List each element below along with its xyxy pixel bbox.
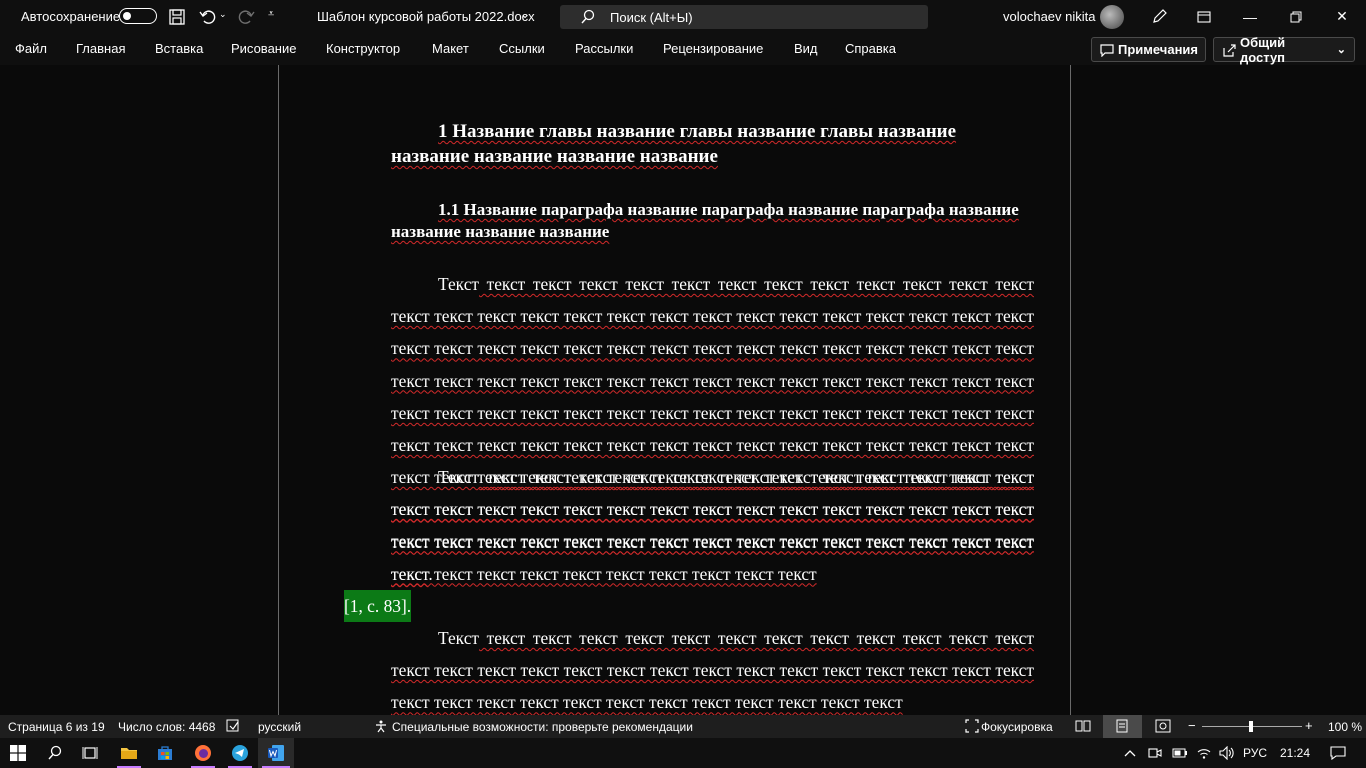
- zoom-in-icon[interactable]: +: [1305, 718, 1313, 733]
- restore-button[interactable]: [1273, 0, 1319, 33]
- volume-icon[interactable]: [1217, 738, 1237, 768]
- autosave-toggle[interactable]: [111, 8, 157, 24]
- firefox-icon[interactable]: [185, 738, 221, 768]
- share-button[interactable]: Общий доступ ⌄: [1213, 34, 1355, 65]
- zoom-slider-thumb[interactable]: [1249, 721, 1253, 732]
- share-label: Общий доступ: [1240, 34, 1286, 65]
- zoom-out-icon[interactable]: −: [1188, 718, 1196, 733]
- ribbon-display-icon[interactable]: [1181, 0, 1227, 33]
- tab-view[interactable]: Вид: [794, 41, 818, 56]
- telegram-icon[interactable]: [222, 738, 258, 768]
- title-bar: Автосохранение ⌄ ⩡ Шаблон курсовой работ…: [0, 0, 1366, 33]
- zoom-level[interactable]: 100 %: [1328, 720, 1362, 734]
- save-icon[interactable]: [168, 8, 186, 26]
- windows-taskbar: РУС 21:24: [0, 738, 1366, 768]
- pen-icon[interactable]: [1151, 7, 1169, 25]
- toggle-switch[interactable]: [119, 8, 157, 24]
- chevron-down-icon[interactable]: ⌄: [520, 7, 530, 21]
- wifi-icon[interactable]: [1194, 738, 1214, 768]
- accessibility-icon[interactable]: [374, 719, 388, 733]
- minimize-button[interactable]: —: [1227, 0, 1273, 33]
- proofing-icon[interactable]: [226, 719, 240, 733]
- comments-label: Примечания: [1118, 42, 1199, 57]
- document-page[interactable]: 1 Название главы название главы название…: [278, 65, 1071, 715]
- autosave-label: Автосохранение: [21, 9, 121, 24]
- web-layout-icon[interactable]: [1155, 719, 1171, 733]
- comments-button[interactable]: Примечания: [1091, 37, 1206, 62]
- citation[interactable]: [1, с. 83].: [344, 589, 412, 623]
- file-explorer-icon[interactable]: [111, 738, 147, 768]
- undo-icon[interactable]: [198, 7, 218, 27]
- windows-start-icon[interactable]: [0, 738, 36, 768]
- body-paragraph[interactable]: Текст текст текст текст текст текст текс…: [344, 461, 1034, 623]
- search-icon[interactable]: [36, 738, 74, 768]
- clock[interactable]: 21:24: [1280, 746, 1310, 760]
- tab-help[interactable]: Справка: [845, 41, 896, 56]
- tab-draw[interactable]: Рисование: [231, 41, 296, 56]
- notifications-icon[interactable]: [1326, 738, 1350, 768]
- print-layout-icon: [1116, 719, 1128, 733]
- input-language[interactable]: РУС: [1243, 746, 1267, 760]
- tab-home[interactable]: Главная: [76, 41, 125, 56]
- tab-layout[interactable]: Макет: [432, 41, 469, 56]
- chevron-down-icon[interactable]: ⌄: [1337, 43, 1346, 56]
- redo-icon[interactable]: [236, 7, 256, 27]
- meet-icon[interactable]: [1145, 738, 1165, 768]
- chevron-up-icon[interactable]: [1120, 738, 1140, 768]
- accessibility-status[interactable]: Специальные возможности: проверьте реком…: [392, 720, 693, 734]
- user-name[interactable]: volochaev nikita: [1003, 9, 1096, 24]
- print-layout-button[interactable]: [1103, 715, 1142, 738]
- search-box[interactable]: Поиск (Alt+Ы): [560, 5, 928, 29]
- tab-design[interactable]: Конструктор: [326, 41, 400, 56]
- search-label: Поиск (Alt+Ы): [610, 9, 693, 25]
- share-icon: [1222, 43, 1236, 57]
- microsoft-store-icon[interactable]: [147, 738, 183, 768]
- battery-icon[interactable]: [1170, 738, 1190, 768]
- undo-dropdown-icon[interactable]: ⌄: [219, 9, 227, 20]
- word-count[interactable]: Число слов: 4468: [118, 720, 215, 734]
- focus-mode[interactable]: Фокусировка: [981, 720, 1053, 734]
- task-view-icon[interactable]: [72, 738, 108, 768]
- customize-toolbar-icon[interactable]: ⩡: [268, 8, 274, 21]
- ribbon-tabs: Файл Главная Вставка Рисование Конструкт…: [0, 33, 1366, 65]
- tab-mailings[interactable]: Рассылки: [575, 41, 633, 56]
- status-bar: Страница 6 из 19 Число слов: 4468 русски…: [0, 715, 1366, 738]
- close-button[interactable]: ✕: [1319, 0, 1365, 33]
- comment-icon: [1100, 43, 1114, 57]
- focus-icon[interactable]: [965, 719, 979, 733]
- document-canvas[interactable]: 1 Название главы название главы название…: [0, 65, 1366, 715]
- page-counter[interactable]: Страница 6 из 19: [8, 720, 105, 734]
- document-filename[interactable]: Шаблон курсовой работы 2022.docx: [317, 9, 535, 24]
- tab-references[interactable]: Ссылки: [499, 41, 545, 56]
- chapter-heading[interactable]: 1 Название главы название главы название…: [391, 119, 1034, 169]
- avatar[interactable]: [1100, 5, 1124, 29]
- read-mode-icon[interactable]: [1075, 719, 1091, 733]
- paragraph-heading[interactable]: 1.1 Название параграфа название параграф…: [391, 199, 1034, 243]
- tab-insert[interactable]: Вставка: [155, 41, 203, 56]
- search-icon: [580, 9, 596, 25]
- language-indicator[interactable]: русский: [258, 720, 301, 734]
- tab-file[interactable]: Файл: [15, 41, 47, 56]
- word-icon[interactable]: [258, 738, 294, 768]
- tab-review[interactable]: Рецензирование: [663, 41, 763, 56]
- body-paragraph[interactable]: Текст текст текст текст текст текст текс…: [391, 622, 1034, 715]
